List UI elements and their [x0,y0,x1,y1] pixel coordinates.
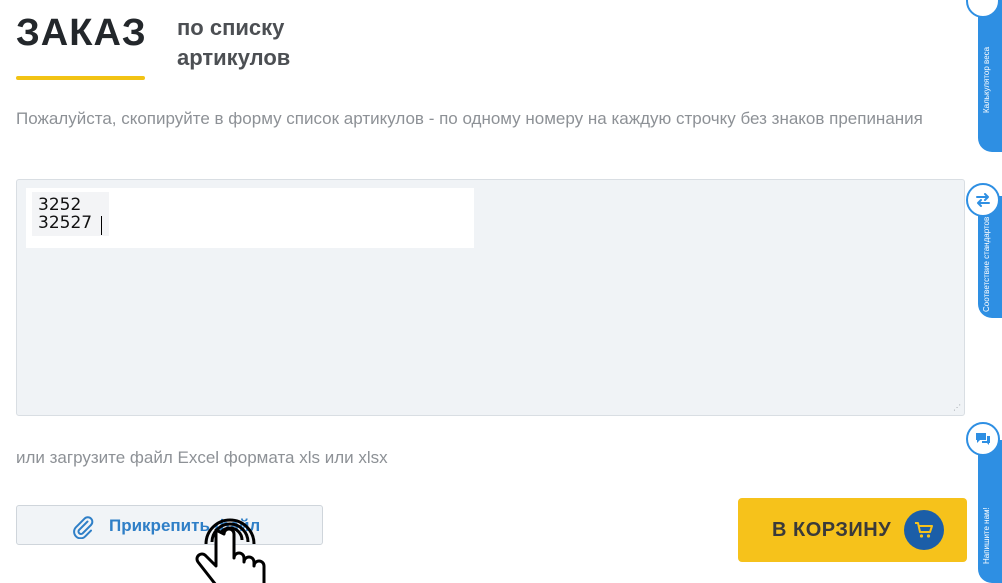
cart-icon-circle [904,510,944,550]
chat-glyph [976,433,990,445]
side-tab-label: Калькулятор веса [982,46,991,114]
arrows-swap-glyph [976,193,990,207]
textarea-line: 32527 [38,213,93,233]
textarea-content: 3252 32527 [26,188,474,248]
weight-calculator-tab[interactable]: Калькулятор веса [978,0,1002,152]
page-title: ЗАКАЗ [16,12,147,54]
article-list-textarea[interactable]: 3252 32527 ⋰ [16,179,965,416]
instructions-text: Пожалуйста, скопируйте в форму список ар… [16,109,923,128]
upload-hint: или загрузите файл Excel формата xls или… [16,448,388,467]
write-to-us-tab[interactable]: Напишите нам! [978,440,1002,583]
title-underline [16,76,145,80]
page-subtitle: по списку артикулов [177,15,291,70]
cart-icon [915,522,933,538]
side-tab-label: Соответствие стандартов [982,216,991,312]
paperclip-icon [73,516,94,539]
attach-file-label: Прикрепить файл [109,516,261,535]
add-to-cart-label: В КОРЗИНУ [772,519,892,541]
resize-grip-icon[interactable]: ⋰ [953,404,961,412]
side-tab-label: Напишите нам! [982,507,991,565]
add-to-cart-button[interactable]: В КОРЗИНУ [738,498,967,562]
chat-icon[interactable] [966,422,1000,456]
text-caret [101,216,102,235]
arrows-swap-icon[interactable] [966,183,1000,217]
attach-file-button[interactable]: Прикрепить файл [16,505,323,545]
